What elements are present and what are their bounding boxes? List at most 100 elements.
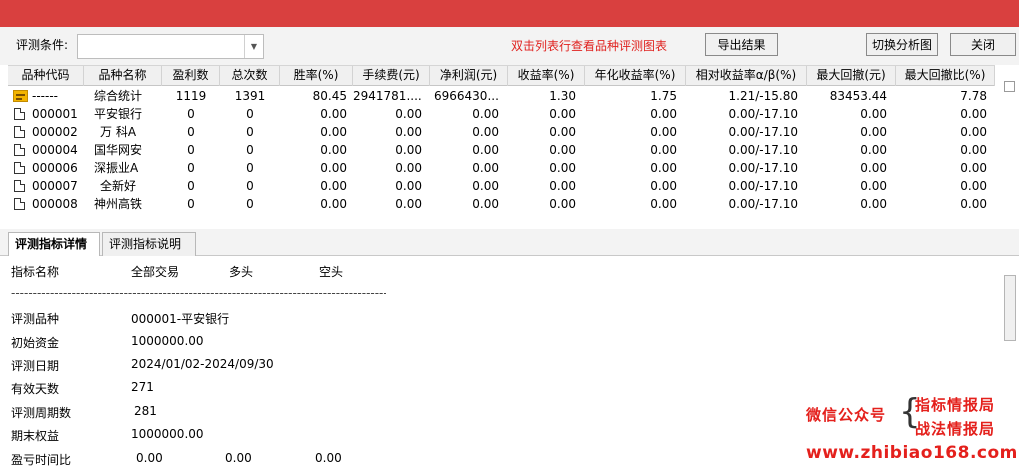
cell-win-rate: 0.00 [320,161,347,175]
detail-value: 281 [134,404,157,418]
cell-win-rate: 80.45 [312,89,347,103]
cell-max-drawdown-ratio: 0.00 [960,161,987,175]
cell-max-drawdown-ratio: 0.00 [960,197,987,211]
cell-name: 国华网安 [94,143,143,157]
column-header[interactable]: 品种代码 [8,66,84,86]
column-header[interactable]: 净利润(元) [430,66,508,86]
detail-header-all: 全部交易 [131,265,180,279]
close-button[interactable]: 关闭 [950,33,1016,56]
cell-return: 0.00 [549,179,576,193]
condition-label: 评测条件: [16,38,69,52]
cell-max-drawdown: 0.00 [860,197,887,211]
column-header[interactable]: 总次数 [220,66,280,86]
cell-max-drawdown-ratio: 0.00 [960,143,987,157]
cell-max-drawdown: 0.00 [860,125,887,139]
cell-total: 0 [246,143,254,157]
cell-net-profit: 0.00 [472,107,499,121]
cell-total: 1391 [234,89,266,103]
condition-select[interactable]: ▼ [77,34,264,59]
column-header[interactable]: 品种名称 [84,66,162,86]
chevron-down-icon[interactable]: ▼ [244,35,263,58]
cell-fee: 0.00 [395,197,422,211]
detail-value-short: 0.00 [315,451,342,465]
column-header[interactable]: 年化收益率(%) [585,66,686,86]
watermark-line2: 战法情报局 [915,420,996,438]
indicator-detail-panel: 指标名称 全部交易 多头 空头 ------------------------… [0,256,1019,469]
cell-max-drawdown: 83453.44 [829,89,887,103]
cell-name: 深振业A [94,161,139,175]
watermark-wechat: 微信公众号 [806,406,887,424]
table-row[interactable]: 000007 全新好 0 0 0.00 0.00 0.00 0.00 0.00 … [8,177,995,195]
column-header[interactable]: 手续费(元) [353,66,430,86]
cell-name: 万 科A [100,125,137,139]
cell-net-profit: 0.00 [472,143,499,157]
table-row[interactable]: 000008 神州高铁 0 0 0.00 0.00 0.00 0.00 0.00… [8,195,995,213]
cell-fee: 0.00 [395,107,422,121]
column-header[interactable]: 最大回撤(元) [807,66,896,86]
table-row[interactable]: 000006 深振业A 0 0 0.00 0.00 0.00 0.00 0.00… [8,159,995,177]
cell-win-rate: 0.00 [320,143,347,157]
column-header[interactable]: 收益率(%) [508,66,585,86]
detail-scrollbar[interactable] [1004,275,1016,341]
column-header[interactable]: 盈利数 [162,66,220,86]
cell-code: 000006 [32,161,78,175]
cell-annual-return: 0.00 [650,125,677,139]
cell-net-profit: 0.00 [472,161,499,175]
detail-divider: ----------------------------------------… [11,286,386,300]
scrollbar-handle[interactable] [1004,81,1015,92]
cell-max-drawdown: 0.00 [860,179,887,193]
tab-indicator-details[interactable]: 评测指标详情 [8,232,100,257]
detail-value: 2024/01/02-2024/09/30 [131,357,274,371]
cell-profit-count: 0 [187,179,195,193]
cell-fee: 0.00 [395,179,422,193]
switch-chart-button[interactable]: 切换分析图 [866,33,938,56]
detail-value-long: 0.00 [225,451,252,465]
detail-label: 评测日期 [11,359,60,373]
table-row[interactable]: 000004 国华网安 0 0 0.00 0.00 0.00 0.00 0.00… [8,141,995,159]
cell-win-rate: 0.00 [320,125,347,139]
cell-return: 1.30 [549,89,576,103]
export-results-button[interactable]: 导出结果 [705,33,778,56]
cell-annual-return: 0.00 [650,143,677,157]
cell-profit-count: 0 [187,107,195,121]
cell-name: 神州高铁 [94,197,143,211]
cell-win-rate: 0.00 [320,179,347,193]
results-table[interactable]: 品种代码 品种名称 盈利数 总次数 胜率(%) 手续费(元) 净利润(元) 收益… [8,65,995,221]
tab-indicator-description[interactable]: 评测指标说明 [102,232,196,256]
cell-code: 000004 [32,143,78,157]
cell-code: 000007 [32,179,78,193]
cell-return: 0.00 [549,107,576,121]
table-row[interactable]: ------ 综合统计 1119 1391 80.45 2941781.... … [8,87,995,105]
column-header[interactable]: 相对收益率α/β(%) [686,66,807,86]
detail-header-long: 多头 [229,265,254,279]
detail-label: 评测品种 [11,312,60,326]
cell-code: 000008 [32,197,78,211]
cell-fee: 0.00 [395,161,422,175]
detail-value: 1000000.00 [131,334,204,348]
cell-max-drawdown-ratio: 0.00 [960,179,987,193]
column-header[interactable]: 胜率(%) [280,66,353,86]
watermark-line1: 指标情报局 [915,396,996,414]
detail-label: 评测周期数 [11,406,72,420]
detail-value: 271 [131,380,154,394]
toolbar: 评测条件: ▼ 双击列表行查看品种评测图表 导出结果 切换分析图 关闭 [0,27,1019,65]
detail-label: 期末权益 [11,429,60,443]
detail-label: 盈亏时间比 [11,453,72,467]
cell-max-drawdown-ratio: 7.78 [960,89,987,103]
cell-total: 0 [246,107,254,121]
cell-net-profit: 0.00 [472,125,499,139]
cell-max-drawdown: 0.00 [860,143,887,157]
column-header[interactable]: 最大回撤比(%) [896,66,995,86]
cell-profit-count: 0 [187,125,195,139]
cell-profit-count: 1119 [175,89,207,103]
cell-max-drawdown: 0.00 [860,107,887,121]
cell-relative-return: 0.00/-17.10 [728,179,798,193]
cell-relative-return: 0.00/-17.10 [728,107,798,121]
table-row[interactable]: 000001 平安银行 0 0 0.00 0.00 0.00 0.00 0.00… [8,105,995,123]
cell-max-drawdown: 0.00 [860,161,887,175]
table-row[interactable]: 000002 万 科A 0 0 0.00 0.00 0.00 0.00 0.00… [8,123,995,141]
cell-name: 全新好 [100,179,137,193]
cell-annual-return: 0.00 [650,179,677,193]
cell-fee: 0.00 [395,143,422,157]
cell-max-drawdown-ratio: 0.00 [960,125,987,139]
